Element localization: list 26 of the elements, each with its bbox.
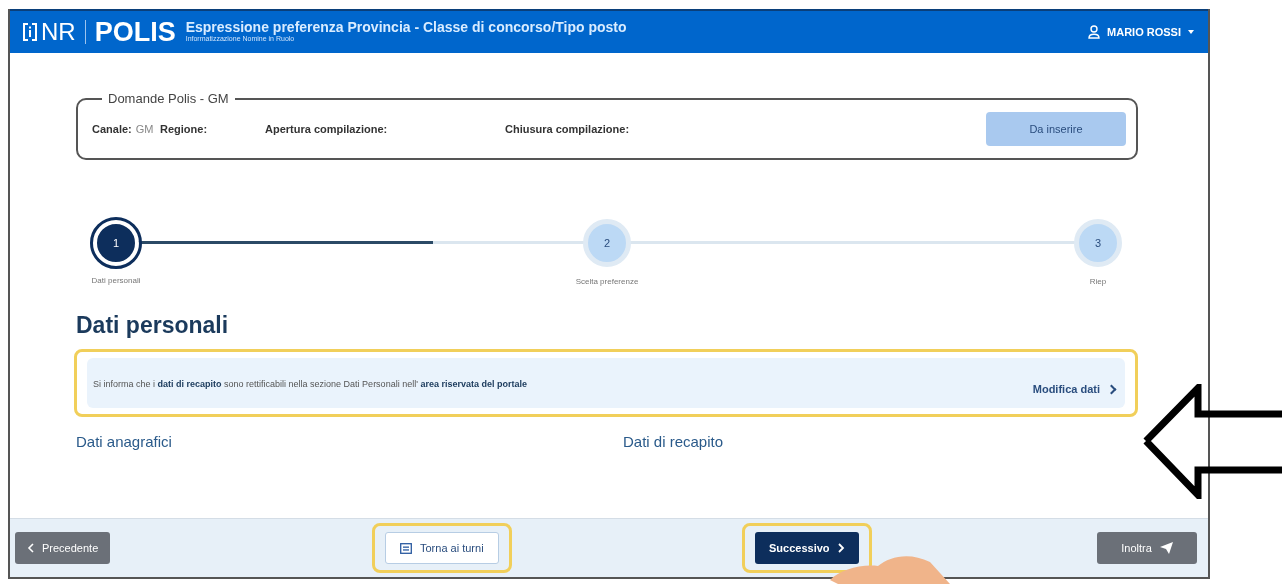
page-title: Espressione preferenza Provincia - Classe di concorso/Tipo posto xyxy=(185,18,627,35)
logo-text: NR xyxy=(41,18,76,46)
step-label: Scelta preferenze xyxy=(575,277,639,286)
subsection-heading: Dati di recapito xyxy=(623,433,725,450)
footer-button[interactable]: Precedente xyxy=(15,532,111,564)
step-label: Riep xyxy=(1089,277,1107,286)
step-circle[interactable]: 1 xyxy=(93,220,139,266)
logo-text: POLIS xyxy=(94,16,176,48)
subsection-heading: Dati anagrafici xyxy=(76,433,173,450)
status-button[interactable]: Da inserire xyxy=(986,112,1126,146)
footer-button[interactable]: Torna ai turni xyxy=(385,532,499,564)
footer-button[interactable]: Inoltra xyxy=(1097,532,1197,564)
step-circle[interactable]: 2 xyxy=(583,219,631,267)
user-menu[interactable]: MARIO ROSSI xyxy=(1088,25,1194,39)
field-label: Canale: xyxy=(92,123,132,135)
field-label: Chiusura compilazione: xyxy=(505,123,630,135)
field-label: Regione: xyxy=(160,123,208,135)
step-circle[interactable]: 3 xyxy=(1074,219,1122,267)
panel-legend: Domande Polis - GM xyxy=(102,91,235,106)
edit-data-link[interactable]: Modifica dati xyxy=(1032,383,1115,395)
section-heading: Dati personali xyxy=(76,312,230,339)
field-value: GM xyxy=(135,123,154,135)
field-label: Apertura compilazione: xyxy=(265,123,388,135)
footer-button[interactable]: Successivo xyxy=(755,532,859,564)
notice-text: Si informa che i dati di recapito sono rettificabili nella sezione Dati Personali nell' area riservata del portale xyxy=(93,379,527,389)
step-label: Dati personali xyxy=(91,276,141,285)
